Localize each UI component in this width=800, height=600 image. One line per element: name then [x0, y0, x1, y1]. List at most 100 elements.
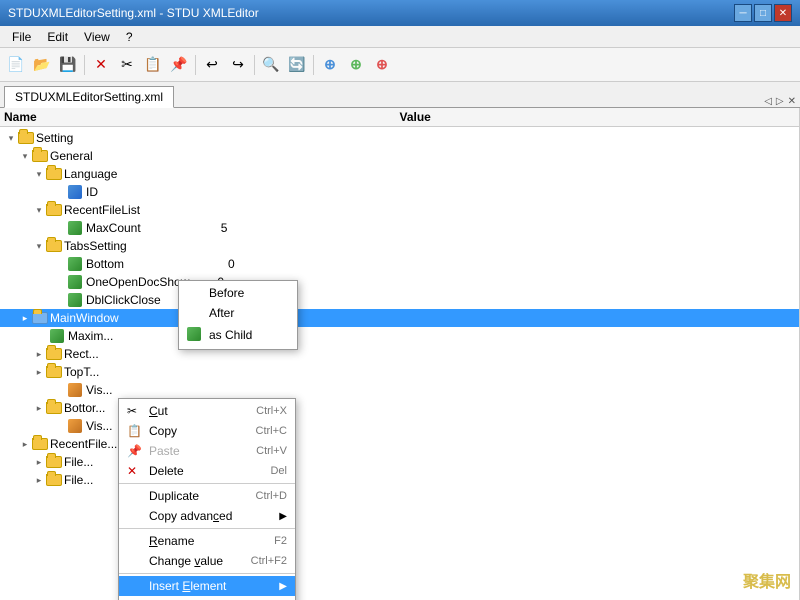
sub-after[interactable]: After [179, 303, 297, 323]
ctx-rename[interactable]: Rename F2 [119, 531, 295, 551]
ctx-cut[interactable]: ✂ Cut Ctrl+X [119, 401, 295, 421]
tree-toggle[interactable]: ▸ [32, 349, 46, 360]
tree-toggle[interactable]: ▸ [18, 439, 32, 450]
tab-next-button[interactable]: ▷ [776, 96, 784, 107]
open-button[interactable]: 📂 [30, 53, 54, 77]
ctx-change-value[interactable]: Change value Ctrl+F2 [119, 551, 295, 571]
node-label: Bottom [86, 257, 124, 271]
delete-icon: ✕ [127, 464, 145, 478]
tree-row[interactable]: ▾ RecentFileList [0, 201, 799, 219]
cube-icon [68, 184, 84, 200]
tab-prev-button[interactable]: ◁ [764, 96, 772, 107]
sub-before[interactable]: Before [179, 283, 297, 303]
redo-button[interactable]: ↪ [226, 53, 250, 77]
tree-row[interactable]: ID [0, 183, 799, 201]
as-child-icon [187, 326, 205, 344]
ctx-copy-advanced[interactable]: Copy advanced ▶ [119, 506, 295, 526]
cube-icon [68, 382, 84, 398]
maximize-button[interactable]: □ [754, 4, 772, 22]
arrow-icon: ▶ [279, 511, 287, 522]
menu-file[interactable]: File [4, 28, 39, 46]
replace-button[interactable]: 🔄 [285, 53, 309, 77]
node-label: General [50, 149, 93, 163]
folder-icon [46, 400, 62, 416]
ctx-delete[interactable]: ✕ Delete Del [119, 461, 295, 481]
cut-button[interactable]: ✂ [115, 53, 139, 77]
tree-toggle[interactable]: ▸ [32, 457, 46, 468]
tree-row[interactable]: ▸ Rect... [0, 345, 799, 363]
add-attr-button[interactable]: ⊕ [344, 53, 368, 77]
node-label: OneOpenDocShow [86, 275, 189, 289]
tree-row[interactable]: ▾ Setting [0, 129, 799, 147]
window-controls: ─ □ ✕ [734, 4, 792, 22]
tree-toggle[interactable]: ▸ [18, 313, 32, 324]
close-button[interactable]: ✕ [774, 4, 792, 22]
node-label: File... [64, 473, 93, 487]
sep2 [195, 55, 196, 75]
menu-edit[interactable]: Edit [39, 28, 76, 46]
tree-row[interactable]: Vis... [0, 381, 799, 399]
ctx-insert-attribute[interactable]: Insert Attribute ▶ [119, 596, 295, 600]
tree-toggle[interactable]: ▾ [18, 151, 32, 162]
ctx-change-value-label: Change value [149, 554, 251, 568]
cube-icon [68, 418, 84, 434]
node-value: 5 [221, 221, 228, 235]
ctx-duplicate[interactable]: Duplicate Ctrl+D [119, 486, 295, 506]
undo-button[interactable]: ↩ [200, 53, 224, 77]
ctx-delete-shortcut: Del [270, 465, 287, 477]
copy-button[interactable]: 📋 [141, 53, 165, 77]
sep3 [254, 55, 255, 75]
sub-as-child-label: as Child [209, 328, 252, 342]
tab-bar: STDUXMLEditorSetting.xml ◁ ▷ ✕ [0, 82, 800, 108]
ctx-insert-element[interactable]: Insert Element ▶ [119, 576, 295, 596]
minimize-button[interactable]: ─ [734, 4, 752, 22]
node-label: RecentFileList [64, 203, 140, 217]
add-node-button[interactable]: ⊕ [318, 53, 342, 77]
tree-row[interactable]: DblClickClose 0 [0, 291, 799, 309]
find-button[interactable]: 🔍 [259, 53, 283, 77]
node-label: RecentFile... [50, 437, 117, 451]
tree-row[interactable]: Bottom 0 [0, 255, 799, 273]
cube-icon [50, 328, 66, 344]
ctx-copy[interactable]: 📋 Copy Ctrl+C [119, 421, 295, 441]
tree-toggle[interactable]: ▸ [32, 475, 46, 486]
tree-toggle[interactable]: ▾ [4, 133, 18, 144]
arrow-icon: ▶ [279, 581, 287, 592]
tree-toggle[interactable]: ▸ [32, 403, 46, 414]
sub-before-label: Before [209, 286, 244, 300]
sep1 [84, 55, 85, 75]
ctx-paste[interactable]: 📌 Paste Ctrl+V [119, 441, 295, 461]
tree-row[interactable]: ▾ TabsSetting [0, 237, 799, 255]
add-element-button[interactable]: ⊕ [370, 53, 394, 77]
delete-button[interactable]: ✕ [89, 53, 113, 77]
tree-toggle[interactable]: ▾ [32, 169, 46, 180]
tab-0[interactable]: STDUXMLEditorSetting.xml [4, 86, 174, 108]
menu-help[interactable]: ? [118, 28, 141, 46]
paste-button[interactable]: 📌 [167, 53, 191, 77]
node-label: DblClickClose [86, 293, 161, 307]
tab-close-button[interactable]: ✕ [788, 96, 796, 107]
sep4 [313, 55, 314, 75]
tree-toggle[interactable]: ▾ [32, 241, 46, 252]
tree-toggle[interactable]: ▾ [32, 205, 46, 216]
tree-row[interactable]: OneOpenDocShow 0 [0, 273, 799, 291]
tree-row-selected[interactable]: ▸ MainWindow [0, 309, 799, 327]
ctx-paste-label: Paste [149, 444, 256, 458]
tree-row[interactable]: ▾ General [0, 147, 799, 165]
sub-as-child[interactable]: as Child [179, 323, 297, 347]
new-button[interactable]: 📄 [4, 53, 28, 77]
ctx-rename-label: Rename [149, 534, 274, 548]
tree-row[interactable]: ▸ TopT... [0, 363, 799, 381]
tree-toggle[interactable]: ▸ [32, 367, 46, 378]
node-label: TopT... [64, 365, 99, 379]
folder-icon [46, 202, 62, 218]
save-button[interactable]: 💾 [56, 53, 80, 77]
menu-view[interactable]: View [76, 28, 118, 46]
node-label: Maxim... [68, 329, 113, 343]
window-title: STDUXMLEditorSetting.xml - STDU XMLEdito… [8, 6, 259, 20]
tree-row[interactable]: MaxCount 5 [0, 219, 799, 237]
tree-row[interactable]: ▾ Language [0, 165, 799, 183]
ctx-cut-shortcut: Ctrl+X [256, 405, 287, 417]
tree-row[interactable]: Maxim... [0, 327, 799, 345]
ctx-copy-advanced-label: Copy advanced [149, 509, 279, 523]
